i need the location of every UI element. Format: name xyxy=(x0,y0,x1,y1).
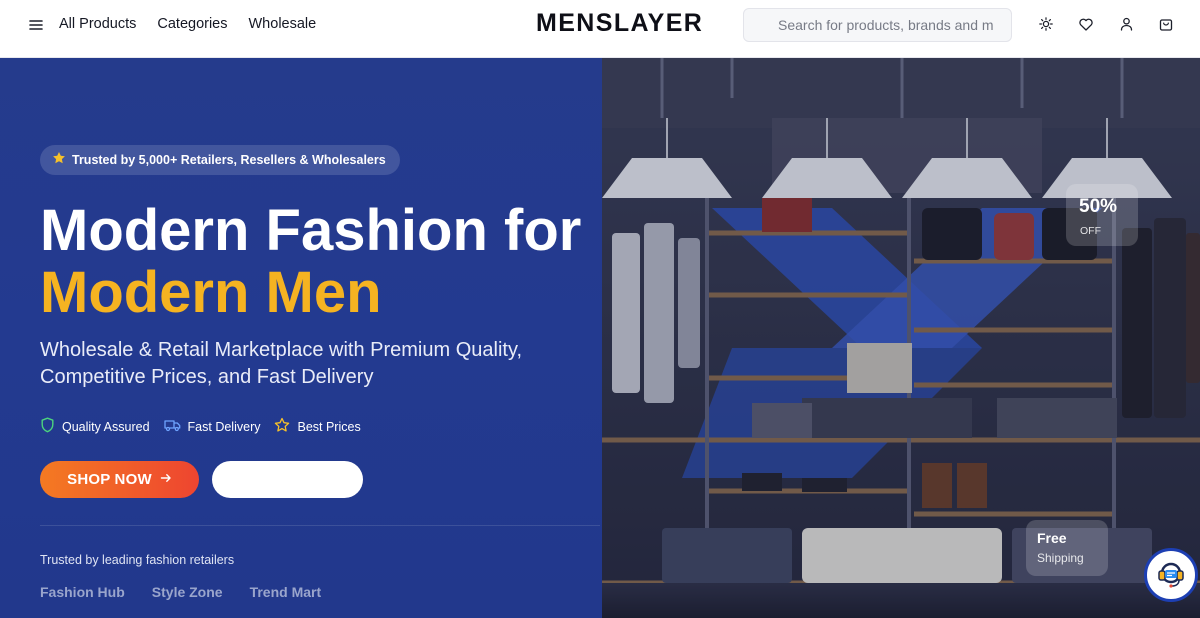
truck-icon xyxy=(163,418,181,435)
shield-icon xyxy=(40,417,55,436)
headset-support-icon[interactable] xyxy=(1144,548,1198,602)
search-input[interactable] xyxy=(744,9,1011,41)
brand-name: Style Zone xyxy=(151,584,223,600)
hamburger-menu-icon[interactable] xyxy=(28,17,44,33)
discount-label: OFF xyxy=(1080,225,1101,237)
nav-wholesale[interactable]: Wholesale xyxy=(249,16,317,32)
top-header: All Products Categories Wholesale MENSLA… xyxy=(0,0,1200,58)
arrow-right-icon xyxy=(160,471,172,488)
hero-divider xyxy=(40,525,600,526)
feature-label: Quality Assured xyxy=(62,419,150,434)
nav-all-products[interactable]: All Products xyxy=(59,16,136,32)
star-icon xyxy=(52,151,66,170)
hero-subtitle: Wholesale & Retail Marketplace with Prem… xyxy=(40,339,523,388)
secondary-button[interactable] xyxy=(212,461,363,498)
main-nav: All Products Categories Wholesale xyxy=(59,16,316,32)
brand-name: Trend Mart xyxy=(249,584,322,600)
brand-name: Fashion Hub xyxy=(40,584,125,600)
feature-list: Quality Assured Fast Delivery Best Price… xyxy=(40,417,361,436)
feature-label: Best Prices xyxy=(297,419,361,434)
retailer-brands: Fashion Hub Style Zone Trend Mart xyxy=(40,584,321,600)
discount-value: 50% xyxy=(1079,196,1118,217)
hero-headline-line2: Modern Men xyxy=(40,260,382,325)
shipping-label: Shipping xyxy=(1037,551,1084,565)
user-icon[interactable] xyxy=(1118,15,1134,33)
trusted-by-text: Trusted by leading fashion retailers xyxy=(40,553,235,567)
trust-badge: Trusted by 5,000+ Retailers, Resellers &… xyxy=(40,145,400,175)
shipping-badge: Free Shipping xyxy=(1026,520,1108,576)
sun-icon[interactable] xyxy=(1038,15,1054,33)
heart-icon[interactable] xyxy=(1078,15,1094,33)
feature-label: Fast Delivery xyxy=(187,419,261,434)
feature-delivery: Fast Delivery xyxy=(163,418,261,435)
hero-headline-line1: Modern Fashion for xyxy=(40,198,582,263)
star-outline-icon xyxy=(274,417,290,436)
hero-section: Trusted by 5,000+ Retailers, Resellers &… xyxy=(0,58,1200,618)
search-box xyxy=(743,8,1012,42)
shop-now-button[interactable]: SHOP NOW xyxy=(40,461,199,498)
feature-prices: Best Prices xyxy=(274,417,361,436)
site-logo[interactable]: MENSLAYER xyxy=(536,9,703,38)
nav-categories[interactable]: Categories xyxy=(157,16,227,32)
store-interior-image xyxy=(602,58,1200,618)
feature-quality: Quality Assured xyxy=(40,417,150,436)
trust-badge-text: Trusted by 5,000+ Retailers, Resellers &… xyxy=(72,153,386,167)
discount-badge: 50% OFF xyxy=(1066,184,1138,246)
shipping-title: Free xyxy=(1037,530,1067,546)
shopping-bag-icon[interactable] xyxy=(1158,15,1174,33)
shop-now-label: SHOP NOW xyxy=(67,471,152,488)
